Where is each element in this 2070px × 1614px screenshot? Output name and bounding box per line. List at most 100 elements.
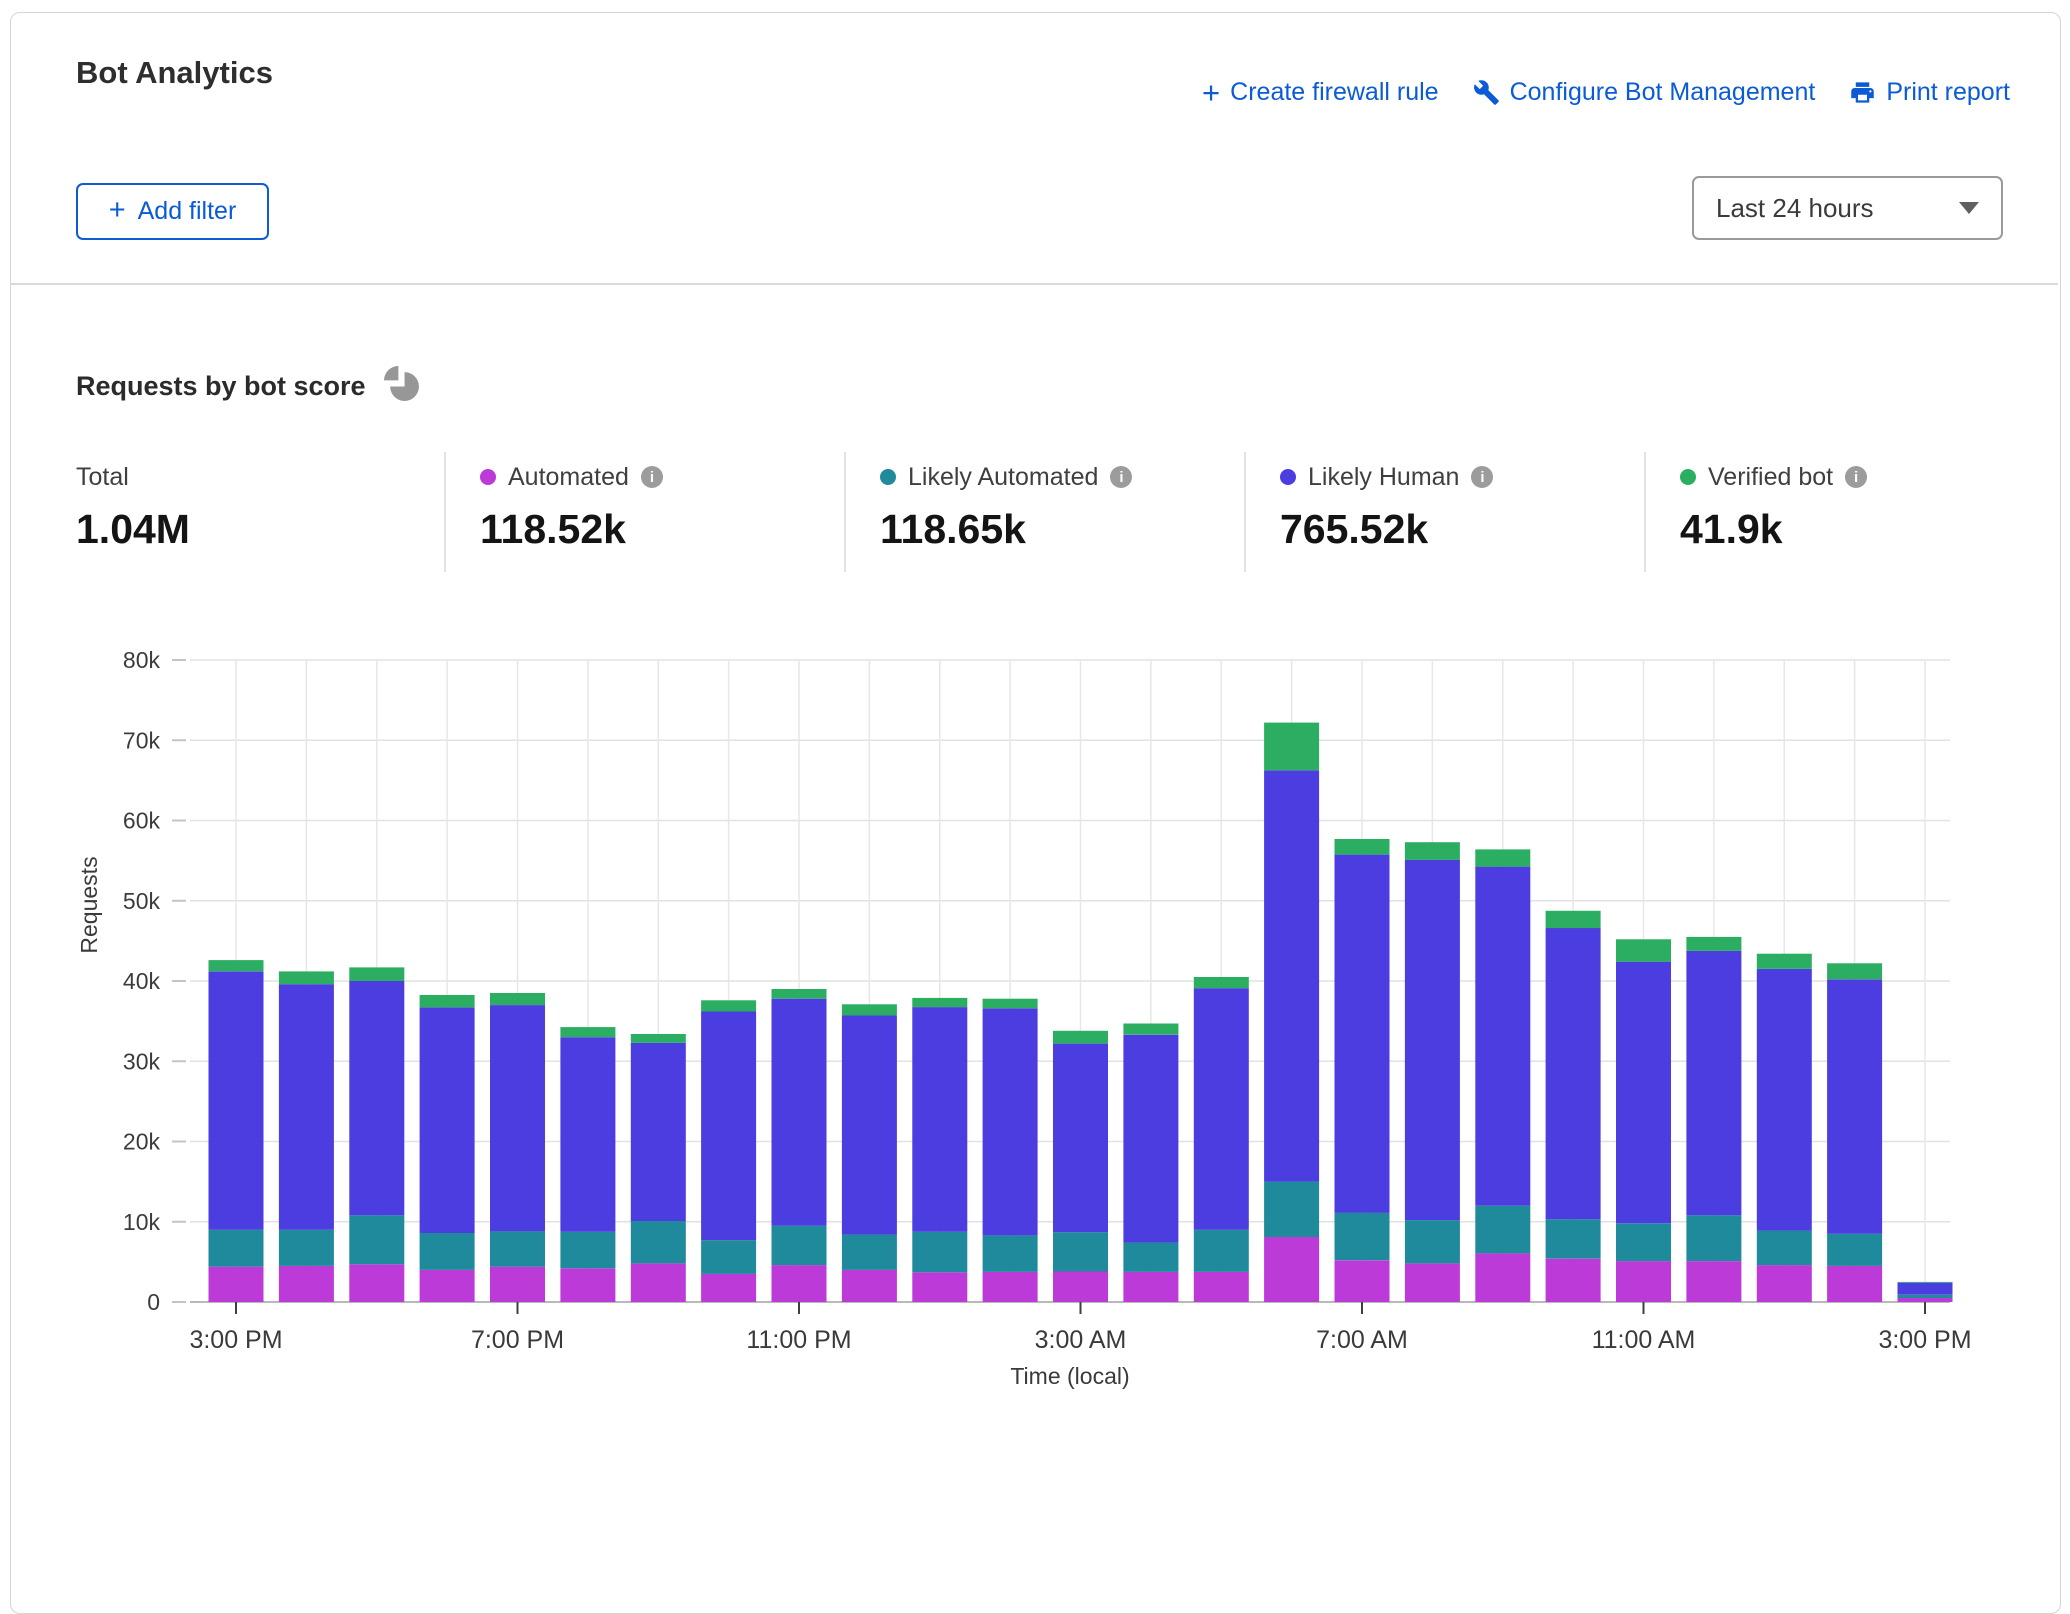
bar-segment-automated[interactable] — [842, 1270, 897, 1302]
bar-segment-likely-human[interactable] — [209, 971, 264, 1229]
bar-segment-likely-human[interactable] — [1827, 979, 1882, 1233]
bar-segment-likely-human[interactable] — [842, 1016, 897, 1235]
bar-segment-verified-bot[interactable] — [349, 967, 404, 981]
bar-segment-verified-bot[interactable] — [420, 995, 475, 1007]
bar-segment-verified-bot[interactable] — [1475, 849, 1530, 866]
bar-segment-likely-human[interactable] — [1123, 1035, 1178, 1243]
bar-segment-automated[interactable] — [1898, 1298, 1953, 1302]
bar-segment-likely-human[interactable] — [631, 1043, 686, 1221]
bar-segment-likely-automated[interactable] — [912, 1232, 967, 1273]
bar-segment-automated[interactable] — [912, 1272, 967, 1302]
bar-segment-automated[interactable] — [490, 1267, 545, 1302]
bar-segment-likely-automated[interactable] — [1616, 1223, 1671, 1261]
create-firewall-rule-link[interactable]: + Create firewall rule — [1202, 78, 1439, 107]
bar-segment-likely-human[interactable] — [1475, 867, 1530, 1206]
bar-segment-likely-human[interactable] — [349, 981, 404, 1215]
bar-segment-automated[interactable] — [420, 1270, 475, 1302]
bar-segment-automated[interactable] — [772, 1265, 827, 1302]
bar-segment-likely-automated[interactable] — [631, 1221, 686, 1264]
bar-segment-automated[interactable] — [631, 1264, 686, 1303]
bar-segment-likely-automated[interactable] — [701, 1240, 756, 1274]
bar-segment-likely-human[interactable] — [420, 1008, 475, 1234]
bar-segment-verified-bot[interactable] — [209, 960, 264, 971]
bar-segment-likely-human[interactable] — [1686, 951, 1741, 1215]
bar-segment-likely-automated[interactable] — [1194, 1230, 1249, 1272]
bar-segment-automated[interactable] — [1757, 1265, 1812, 1302]
bar-segment-automated[interactable] — [1827, 1266, 1882, 1302]
bar-segment-automated[interactable] — [349, 1264, 404, 1302]
bar-segment-automated[interactable] — [1546, 1259, 1601, 1302]
bar-segment-likely-automated[interactable] — [1546, 1219, 1601, 1258]
bar-segment-likely-human[interactable] — [490, 1005, 545, 1231]
bar-segment-verified-bot[interactable] — [983, 999, 1038, 1009]
bar-segment-likely-automated[interactable] — [349, 1215, 404, 1264]
bar-segment-likely-human[interactable] — [772, 999, 827, 1226]
bar-segment-likely-human[interactable] — [1616, 962, 1671, 1224]
bar-segment-likely-human[interactable] — [1053, 1044, 1108, 1233]
bar-segment-verified-bot[interactable] — [1827, 963, 1882, 979]
bar-segment-likely-automated[interactable] — [983, 1235, 1038, 1272]
bar-segment-likely-human[interactable] — [912, 1007, 967, 1232]
bar-segment-automated[interactable] — [1335, 1260, 1390, 1302]
bar-segment-verified-bot[interactable] — [1123, 1024, 1178, 1035]
time-range-dropdown[interactable]: Last 24 hours — [1692, 176, 2003, 240]
bar-segment-verified-bot[interactable] — [772, 989, 827, 999]
bar-segment-verified-bot[interactable] — [842, 1004, 897, 1015]
bar-segment-automated[interactable] — [560, 1268, 615, 1302]
bar-segment-automated[interactable] — [1475, 1253, 1530, 1302]
bar-segment-verified-bot[interactable] — [912, 998, 967, 1007]
bar-segment-verified-bot[interactable] — [1757, 954, 1812, 969]
bar-segment-likely-human[interactable] — [1335, 855, 1390, 1213]
bar-segment-likely-automated[interactable] — [1898, 1295, 1953, 1298]
bar-segment-likely-automated[interactable] — [209, 1230, 264, 1267]
bar-segment-likely-human[interactable] — [1546, 928, 1601, 1219]
bar-segment-verified-bot[interactable] — [1053, 1031, 1108, 1044]
bar-segment-likely-human[interactable] — [1194, 988, 1249, 1230]
bar-segment-verified-bot[interactable] — [560, 1027, 615, 1037]
bar-segment-verified-bot[interactable] — [1194, 977, 1249, 988]
bar-segment-automated[interactable] — [1405, 1264, 1460, 1303]
bar-segment-automated[interactable] — [279, 1266, 334, 1302]
bar-segment-likely-human[interactable] — [701, 1012, 756, 1241]
info-icon[interactable]: i — [1110, 466, 1132, 488]
bar-segment-automated[interactable] — [1053, 1272, 1108, 1303]
bar-segment-likely-human[interactable] — [1405, 860, 1460, 1220]
bar-segment-likely-automated[interactable] — [1827, 1234, 1882, 1266]
bar-segment-verified-bot[interactable] — [490, 993, 545, 1005]
bar-segment-likely-automated[interactable] — [1053, 1232, 1108, 1271]
bar-segment-likely-automated[interactable] — [420, 1233, 475, 1270]
bar-segment-automated[interactable] — [983, 1272, 1038, 1302]
bar-segment-likely-human[interactable] — [1757, 969, 1812, 1231]
bar-segment-verified-bot[interactable] — [279, 971, 334, 984]
bar-segment-verified-bot[interactable] — [1405, 842, 1460, 860]
bar-segment-automated[interactable] — [1264, 1237, 1319, 1302]
bar-segment-likely-automated[interactable] — [772, 1226, 827, 1265]
bar-segment-likely-automated[interactable] — [1686, 1215, 1741, 1261]
bar-segment-automated[interactable] — [1686, 1261, 1741, 1302]
info-icon[interactable]: i — [1471, 466, 1493, 488]
bar-segment-likely-automated[interactable] — [1405, 1220, 1460, 1263]
bar-segment-likely-automated[interactable] — [1335, 1213, 1390, 1260]
bar-segment-likely-automated[interactable] — [560, 1232, 615, 1269]
bar-segment-likely-human[interactable] — [1898, 1283, 1953, 1295]
bar-segment-automated[interactable] — [1616, 1261, 1671, 1302]
bar-segment-verified-bot[interactable] — [1686, 937, 1741, 951]
bar-segment-verified-bot[interactable] — [1335, 839, 1390, 855]
bar-segment-verified-bot[interactable] — [1616, 939, 1671, 962]
bar-segment-automated[interactable] — [1194, 1272, 1249, 1302]
bar-segment-likely-automated[interactable] — [1123, 1243, 1178, 1272]
add-filter-button[interactable]: + Add filter — [76, 183, 269, 240]
info-icon[interactable]: i — [641, 466, 663, 488]
bar-segment-likely-human[interactable] — [279, 984, 334, 1230]
bar-segment-verified-bot[interactable] — [631, 1034, 686, 1043]
bar-segment-likely-automated[interactable] — [490, 1231, 545, 1266]
bar-segment-automated[interactable] — [209, 1267, 264, 1302]
bar-segment-verified-bot[interactable] — [1546, 911, 1601, 928]
bar-segment-likely-automated[interactable] — [1475, 1206, 1530, 1254]
bar-segment-automated[interactable] — [1123, 1272, 1178, 1302]
bar-segment-likely-automated[interactable] — [842, 1235, 897, 1270]
bar-segment-likely-human[interactable] — [983, 1008, 1038, 1235]
bar-segment-likely-automated[interactable] — [1264, 1182, 1319, 1237]
bar-segment-verified-bot[interactable] — [701, 1000, 756, 1011]
bar-segment-likely-automated[interactable] — [1757, 1231, 1812, 1266]
